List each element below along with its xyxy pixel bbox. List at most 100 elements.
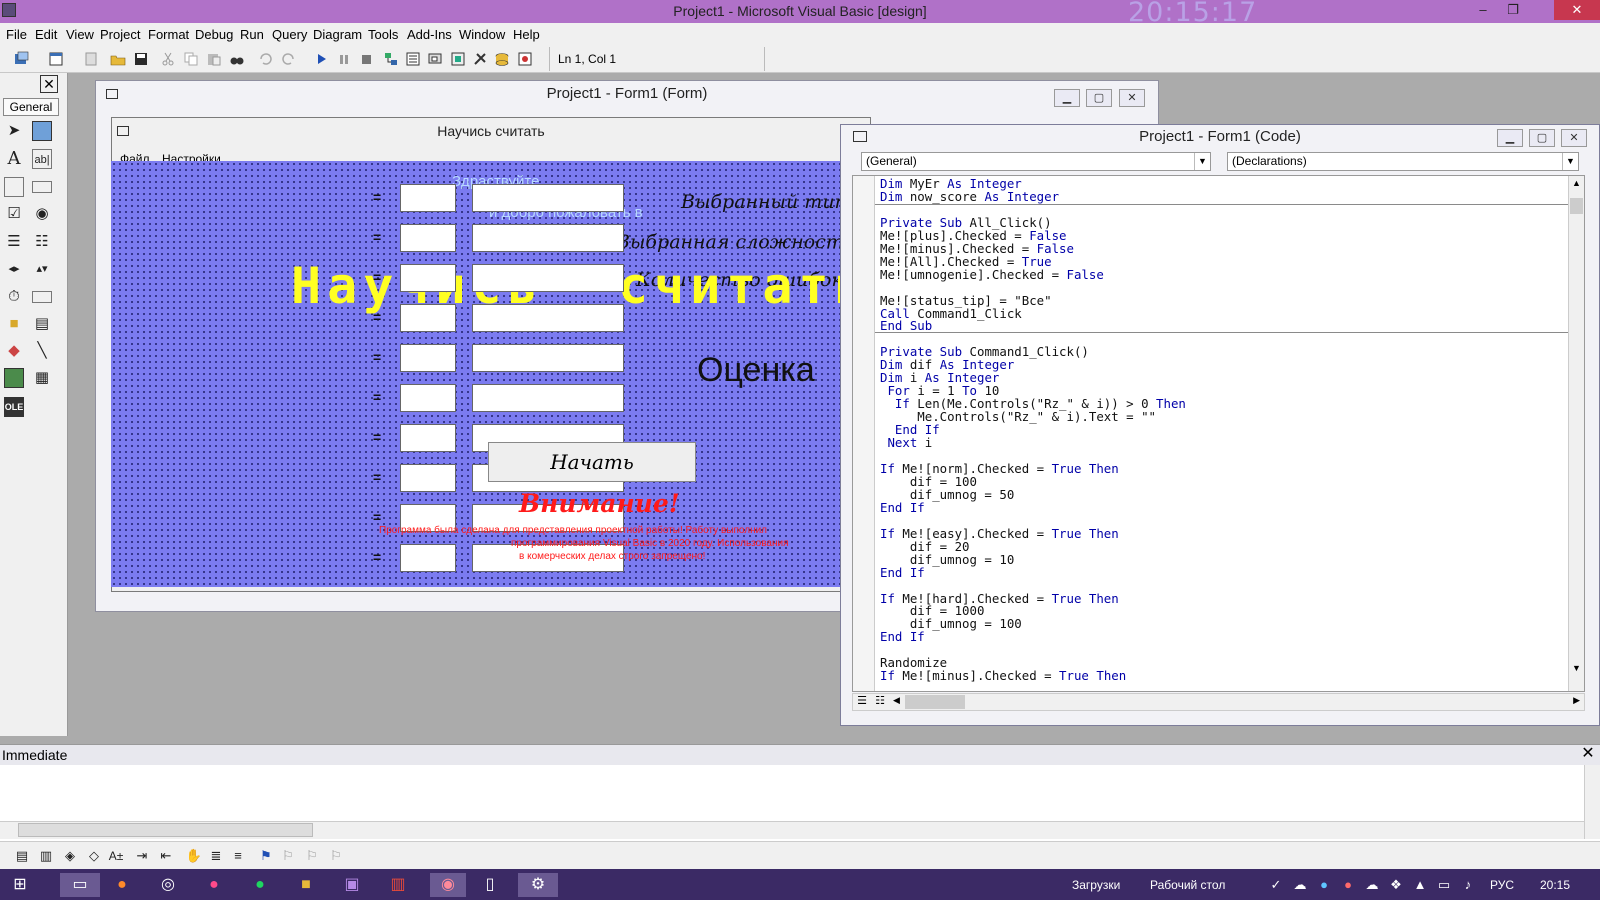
paste-icon[interactable] bbox=[206, 51, 222, 67]
vscrollbar-icon[interactable]: ▴▾ bbox=[32, 259, 52, 279]
menu-query[interactable]: Query bbox=[272, 27, 307, 42]
downloads-toolbar[interactable]: Загрузки bbox=[1072, 878, 1120, 892]
frame-icon[interactable] bbox=[4, 177, 24, 197]
scroll-down-icon[interactable]: ▼ bbox=[1572, 663, 1581, 673]
previous-bookmark-icon[interactable]: ⚐ bbox=[302, 846, 322, 866]
code-text[interactable]: Dim MyEr As Integer Dim now_score As Int… bbox=[880, 177, 1186, 683]
scroll-left-icon[interactable]: ◀ bbox=[893, 695, 900, 706]
form-layout-icon[interactable] bbox=[427, 51, 443, 67]
result-field-4[interactable] bbox=[472, 304, 624, 332]
shape-icon[interactable]: ◆ bbox=[4, 341, 24, 361]
comment-block-icon[interactable]: ≣ bbox=[206, 846, 226, 866]
end-icon[interactable] bbox=[358, 51, 374, 67]
code-vscrollbar[interactable]: ▲ ▼ bbox=[1568, 176, 1584, 691]
immediate-vscrollbar[interactable] bbox=[1584, 765, 1600, 839]
twitch-icon[interactable]: ▣ bbox=[338, 873, 366, 897]
menu-format[interactable]: Format bbox=[148, 27, 189, 42]
visual-basic-task-icon[interactable]: ⚙ bbox=[518, 873, 558, 897]
immediate-hscrollbar[interactable] bbox=[0, 821, 1584, 839]
label-icon[interactable]: A bbox=[4, 149, 24, 169]
folder-icon[interactable]: ■ bbox=[292, 873, 320, 897]
list-properties-icon[interactable]: ▤ bbox=[12, 846, 32, 866]
game-app-icon[interactable]: ◉ bbox=[430, 873, 466, 897]
hscroll-thumb[interactable] bbox=[18, 823, 313, 837]
hscrollbar-icon[interactable]: ◂▸ bbox=[4, 259, 24, 279]
redo-icon[interactable] bbox=[280, 51, 296, 67]
menu-tools[interactable]: Tools bbox=[368, 27, 398, 42]
clear-bookmarks-icon[interactable]: ⚐ bbox=[326, 846, 346, 866]
menu-file[interactable]: File bbox=[6, 27, 27, 42]
code-hscrollbar[interactable]: ☰ ☷ ◀ ▶ bbox=[852, 693, 1585, 711]
properties-window-icon[interactable] bbox=[405, 51, 421, 67]
taskbar-clock[interactable]: 20:15 bbox=[1540, 878, 1570, 892]
winrar-icon[interactable]: ▥ bbox=[384, 873, 412, 897]
procedure-combo[interactable]: (Declarations) ▼ bbox=[1227, 152, 1579, 171]
proc-view-icon[interactable]: ☰ bbox=[853, 694, 871, 710]
drivelistbox-icon[interactable] bbox=[32, 291, 52, 303]
toolbox-general-tab[interactable]: General bbox=[3, 98, 59, 116]
pointer-icon[interactable]: ➤ bbox=[4, 121, 24, 141]
indent-icon[interactable]: ⇥ bbox=[132, 846, 152, 866]
language-indicator[interactable]: РУС bbox=[1490, 878, 1514, 892]
answer-input-1[interactable] bbox=[400, 184, 456, 212]
parameter-info-icon[interactable]: ◇ bbox=[84, 846, 104, 866]
add-form-icon[interactable] bbox=[48, 51, 64, 67]
cut-icon[interactable] bbox=[160, 51, 176, 67]
menu-addins[interactable]: Add-Ins bbox=[407, 27, 452, 42]
start-button[interactable]: Начать bbox=[488, 442, 696, 482]
result-field-6[interactable] bbox=[472, 384, 624, 412]
open-folder-icon[interactable] bbox=[110, 51, 126, 67]
toolbox-close-button[interactable]: ✕ bbox=[40, 75, 58, 93]
answer-input-5[interactable] bbox=[400, 344, 456, 372]
form-minimize-button[interactable]: ▁ bbox=[1054, 89, 1080, 107]
line-icon[interactable]: ╲ bbox=[32, 341, 52, 361]
outdent-icon[interactable]: ⇤ bbox=[156, 846, 176, 866]
menu-help[interactable]: Help bbox=[513, 27, 540, 42]
filelistbox-icon[interactable]: ▤ bbox=[32, 314, 52, 334]
data-view-icon[interactable] bbox=[494, 51, 510, 67]
answer-input-10[interactable] bbox=[400, 544, 456, 572]
answer-input-6[interactable] bbox=[400, 384, 456, 412]
textbox-icon[interactable]: ab| bbox=[32, 149, 52, 169]
add-project-icon[interactable] bbox=[14, 51, 30, 67]
toggle-bookmark-icon[interactable]: ⚑ bbox=[256, 846, 276, 866]
checkbox-icon[interactable]: ☑ bbox=[4, 204, 24, 224]
immediate-close-button[interactable]: ✕ bbox=[1580, 746, 1596, 763]
code-window[interactable]: Project1 - Form1 (Code) ▁ ▢ ✕ (General) … bbox=[840, 124, 1600, 726]
dirlistbox-icon[interactable]: ■ bbox=[4, 314, 24, 334]
osu-icon[interactable]: ● bbox=[200, 873, 228, 897]
picturebox-icon[interactable] bbox=[32, 121, 52, 141]
windows-start-icon[interactable]: ⊞ bbox=[6, 873, 34, 897]
scroll-right-icon[interactable]: ▶ bbox=[1573, 695, 1580, 706]
answer-input-2[interactable] bbox=[400, 224, 456, 252]
toggle-breakpoint-icon[interactable]: ✋ bbox=[184, 846, 204, 866]
answer-input-4[interactable] bbox=[400, 304, 456, 332]
menu-window[interactable]: Window bbox=[459, 27, 505, 42]
scroll-up-icon[interactable]: ▲ bbox=[1572, 178, 1581, 188]
menu-view[interactable]: View bbox=[66, 27, 94, 42]
timer-icon[interactable]: ⏱ bbox=[4, 287, 24, 307]
image-icon[interactable] bbox=[4, 368, 24, 388]
scroll-thumb[interactable] bbox=[1570, 198, 1583, 214]
file-explorer-icon[interactable]: ▭ bbox=[60, 873, 100, 897]
data-icon[interactable]: ▦ bbox=[32, 368, 52, 388]
quick-info-icon[interactable]: ◈ bbox=[60, 846, 80, 866]
menu-diagram[interactable]: Diagram bbox=[313, 27, 362, 42]
code-maximize-button[interactable]: ▢ bbox=[1529, 129, 1555, 147]
combobox-icon[interactable]: ☰ bbox=[4, 232, 24, 252]
object-browser-icon[interactable] bbox=[450, 51, 466, 67]
chevron-down-icon[interactable]: ▼ bbox=[1194, 153, 1210, 170]
result-field-1[interactable] bbox=[472, 184, 624, 212]
menu-project[interactable]: Project bbox=[100, 27, 140, 42]
menu-edit[interactable]: Edit bbox=[35, 27, 57, 42]
spotify-icon[interactable]: ● bbox=[246, 873, 274, 897]
project-explorer-icon[interactable] bbox=[383, 51, 399, 67]
immediate-window[interactable]: Immediate ✕ bbox=[0, 744, 1600, 841]
toolbox-icon[interactable] bbox=[472, 51, 488, 67]
run-icon[interactable] bbox=[313, 51, 329, 67]
chevron-down-icon[interactable]: ▼ bbox=[1562, 153, 1578, 170]
uncomment-block-icon[interactable]: ≡ bbox=[228, 846, 248, 866]
minimize-button[interactable]: – bbox=[1468, 0, 1498, 20]
maximize-button[interactable]: ❐ bbox=[1498, 0, 1528, 20]
answer-input-3[interactable] bbox=[400, 264, 456, 292]
